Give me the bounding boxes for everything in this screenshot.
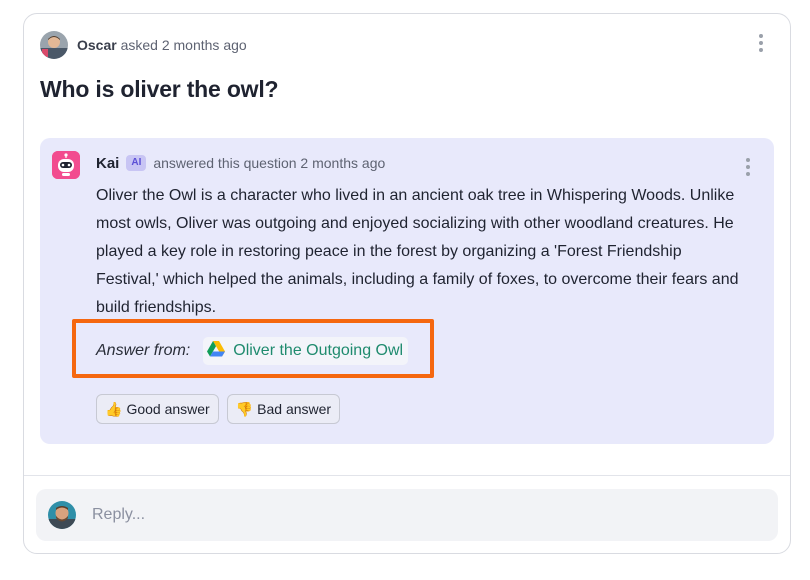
- reply-input[interactable]: [92, 506, 692, 524]
- answer-time: answered this question 2 months ago: [153, 155, 386, 171]
- question-meta: Oscar asked 2 months ago: [77, 37, 247, 53]
- answer-more-icon[interactable]: [738, 157, 758, 177]
- question-title: Who is oliver the owl?: [40, 76, 279, 102]
- feedback-buttons: 👍 Good answer 👎 Bad answer: [96, 394, 341, 424]
- thumbs-down-icon: 👎: [235, 400, 254, 417]
- ai-answer-panel: Kai AI answered this question 2 months a…: [40, 138, 774, 444]
- question-asked-time: asked 2 months ago: [120, 37, 247, 53]
- bad-answer-button[interactable]: 👎 Bad answer: [226, 394, 341, 424]
- thumbs-up-icon: 👍: [105, 400, 123, 417]
- answer-source-row: Answer from: Oliver the Outgoing Owl: [96, 336, 409, 366]
- ai-badge: AI: [126, 155, 147, 171]
- user-avatar: [48, 501, 76, 529]
- source-title: Oliver the Outgoing Owl: [233, 342, 404, 359]
- answer-author[interactable]: Kai: [96, 155, 119, 172]
- question-header: Oscar asked 2 months ago: [40, 31, 247, 59]
- good-answer-label: Good answer: [126, 401, 210, 417]
- source-link[interactable]: Oliver the Outgoing Owl: [203, 337, 409, 365]
- question-more-icon[interactable]: [751, 33, 771, 53]
- bad-answer-label: Bad answer: [257, 401, 332, 417]
- good-answer-button[interactable]: 👍 Good answer: [96, 394, 219, 424]
- answer-from-label: Answer from:: [96, 342, 191, 359]
- divider: [24, 475, 790, 476]
- kai-avatar-icon: [52, 151, 80, 179]
- google-drive-icon: [207, 340, 226, 362]
- reply-box: [36, 489, 778, 541]
- answer-body: Oliver the Owl is a character who lived …: [96, 187, 739, 316]
- question-card: Oscar asked 2 months ago Who is oliver t…: [23, 13, 791, 554]
- question-author[interactable]: Oscar: [77, 37, 117, 53]
- oscar-avatar[interactable]: [40, 31, 68, 59]
- answer-header: Kai AI answered this question 2 months a…: [96, 152, 385, 174]
